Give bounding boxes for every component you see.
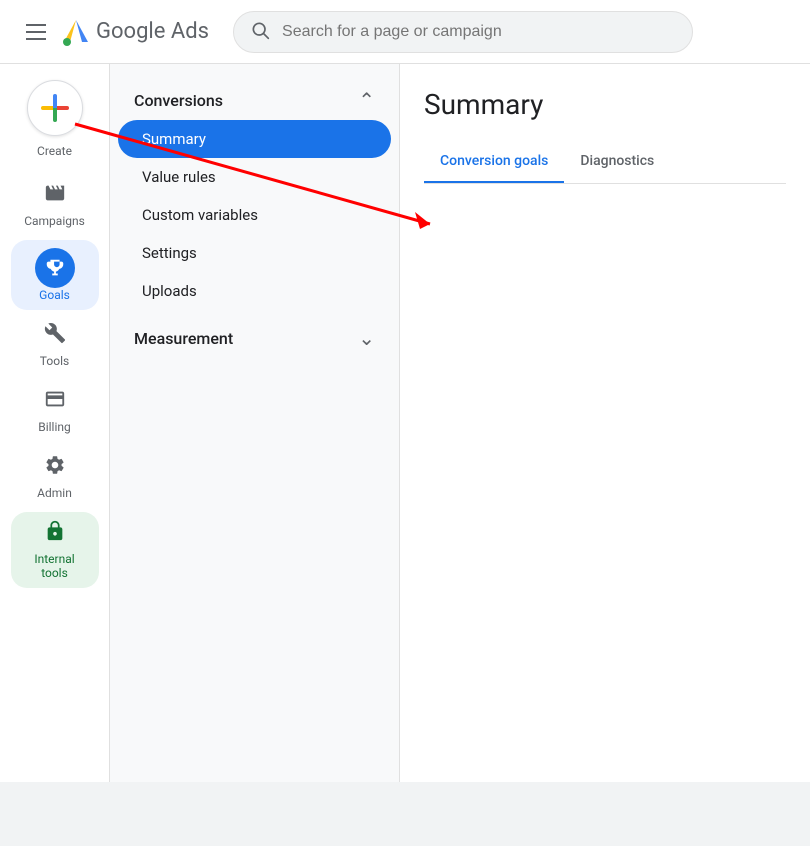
nav-item-value-rules-label: Value rules <box>142 168 216 186</box>
nav-item-settings-label: Settings <box>142 244 197 262</box>
sidebar-item-tools[interactable]: Tools <box>11 314 99 376</box>
tab-diagnostics-label: Diagnostics <box>580 153 654 169</box>
tab-conversion-goals[interactable]: Conversion goals <box>424 141 564 183</box>
search-icon <box>250 20 270 44</box>
nav-item-settings[interactable]: Settings <box>110 234 399 272</box>
search-input[interactable] <box>282 23 676 41</box>
create-button[interactable] <box>27 80 83 136</box>
sidebar-item-admin[interactable]: Admin <box>11 446 99 508</box>
sidebar: Create Campaigns Goals <box>0 64 110 782</box>
main-layout: Create Campaigns Goals <box>0 64 810 782</box>
create-button-wrapper: Create <box>27 80 83 158</box>
logo-text: Google Ads <box>96 19 209 44</box>
sidebar-item-billing[interactable]: Billing <box>11 380 99 442</box>
nav-measurement-chevron-down-icon: ⌄ <box>358 326 375 350</box>
sidebar-item-internal-tools[interactable]: Internal tools <box>11 512 99 588</box>
admin-icon <box>44 454 66 482</box>
billing-icon <box>44 388 66 416</box>
content-area: Summary Conversion goals Diagnostics <box>400 64 810 782</box>
campaigns-icon <box>44 182 66 210</box>
sidebar-item-campaigns[interactable]: Campaigns <box>11 174 99 236</box>
sidebar-item-campaigns-label: Campaigns <box>24 214 85 228</box>
nav-item-uploads[interactable]: Uploads <box>110 272 399 310</box>
sidebar-item-goals[interactable]: Goals <box>11 240 99 310</box>
tabs-bar: Conversion goals Diagnostics <box>424 141 786 184</box>
logo-area: Google Ads <box>60 16 209 48</box>
nav-section-conversions[interactable]: Conversions ⌃ <box>110 80 399 120</box>
sidebar-item-goals-label: Goals <box>39 288 70 302</box>
hamburger-line-3 <box>26 38 46 40</box>
nav-item-value-rules[interactable]: Value rules <box>110 158 399 196</box>
nav-panel: Conversions ⌃ Summary Value rules Custom… <box>110 64 400 782</box>
nav-item-uploads-label: Uploads <box>142 282 197 300</box>
create-label: Create <box>37 144 72 158</box>
nav-item-custom-variables[interactable]: Custom variables <box>110 196 399 234</box>
sidebar-item-tools-label: Tools <box>40 354 69 368</box>
page-title: Summary <box>424 88 786 121</box>
tab-conversion-goals-label: Conversion goals <box>440 153 548 169</box>
plus-v-top <box>53 94 57 108</box>
nav-item-custom-variables-label: Custom variables <box>142 206 258 224</box>
search-bar[interactable] <box>233 11 693 53</box>
google-ads-logo-icon <box>60 16 92 48</box>
sidebar-item-billing-label: Billing <box>38 420 71 434</box>
nav-item-summary-label: Summary <box>142 130 206 148</box>
header: Google Ads <box>0 0 810 64</box>
tab-diagnostics[interactable]: Diagnostics <box>564 141 670 183</box>
goals-icon-circle <box>35 248 75 288</box>
sidebar-item-internal-tools-label: Internal tools <box>23 552 87 580</box>
nav-section-measurement-title: Measurement <box>134 329 233 348</box>
nav-item-summary[interactable]: Summary <box>118 120 391 158</box>
plus-v-bottom <box>53 108 57 122</box>
nav-conversions-chevron-up-icon: ⌃ <box>358 88 375 112</box>
hamburger-button[interactable] <box>16 12 56 52</box>
nav-section-conversions-title: Conversions <box>134 91 223 110</box>
hamburger-line-2 <box>26 31 46 33</box>
plus-icon <box>41 94 69 122</box>
sidebar-item-admin-label: Admin <box>37 486 72 500</box>
internal-tools-icon <box>44 520 66 548</box>
nav-section-measurement[interactable]: Measurement ⌄ <box>110 318 399 358</box>
hamburger-line-1 <box>26 24 46 26</box>
tools-icon <box>44 322 66 350</box>
content-white-box <box>424 208 786 608</box>
